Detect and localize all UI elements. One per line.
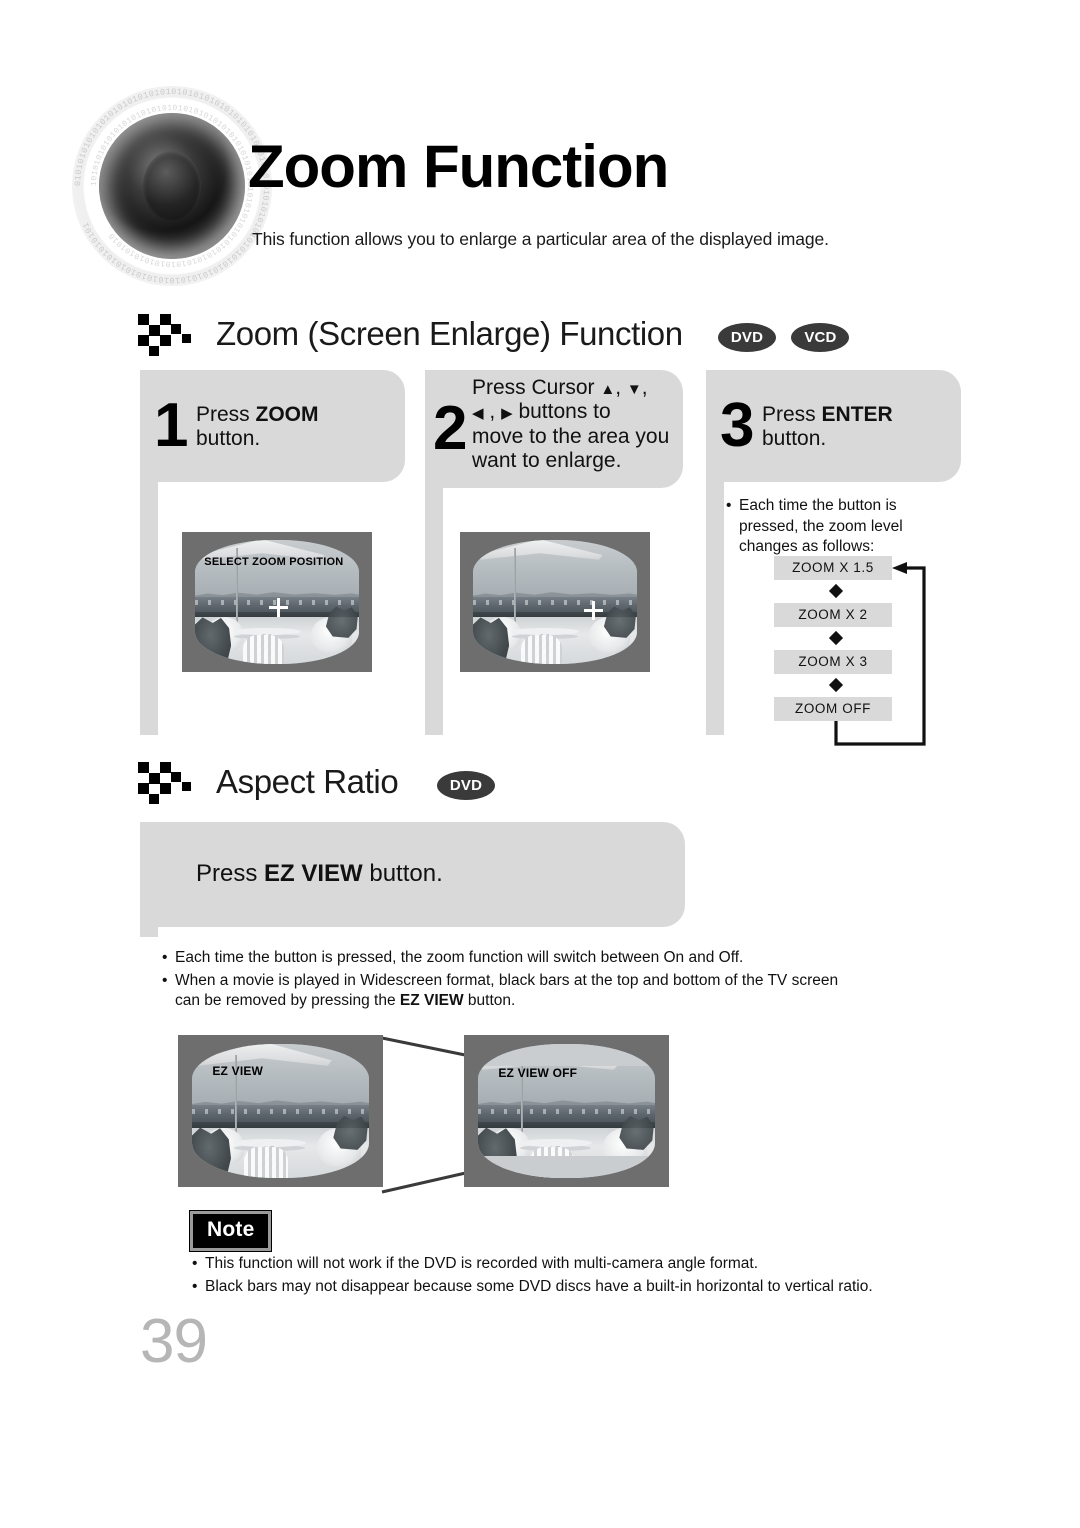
zoom-level-note: • Each time the button is pressed, the z…: [726, 496, 956, 560]
badge-dvd: DVD: [718, 323, 776, 352]
speaker-logo-icon: 0101010101010101010101010101010101010101…: [62, 76, 282, 296]
zoom-level-note-text: Each time the button is pressed, the zoo…: [739, 497, 903, 556]
step-text-1: Press ZOOM button.: [196, 403, 319, 451]
zoom-crosshair-1: [268, 598, 288, 618]
page-header: 0101010101010101010101010101010101010101…: [0, 0, 1080, 300]
checkerboard-bullet-icon: [138, 314, 200, 356]
note-bullet-2: Black bars may not disappear because som…: [205, 1277, 873, 1295]
section-badges-zoom: DVD VCD: [718, 323, 850, 352]
zoom-crosshair-2: [584, 600, 604, 620]
step-column-2: 2 Press Cursor ▲, ▼, ◀ , ▶ buttons to mo…: [425, 370, 710, 745]
note-bullets: • This function will not work if the DVD…: [192, 1254, 892, 1299]
bullet-dot: •: [192, 1255, 198, 1272]
ez-view-off-screen: EZ VIEW OFF: [464, 1035, 669, 1187]
step-number-1: 1: [154, 391, 189, 460]
step-column-1: 1 Press ZOOM button. SELECT ZOOM POSITIO…: [140, 370, 418, 745]
checkerboard-bullet-icon: [138, 762, 200, 804]
osd-ez-view-on: EZ VIEW: [212, 1064, 264, 1079]
aspect-bullet-2: When a movie is played in Widescreen for…: [175, 971, 839, 1010]
osd-text-1: SELECT ZOOM POSITION: [204, 556, 344, 569]
select-zoom-position-screen: SELECT ZOOM POSITION: [182, 532, 372, 672]
tv-picture-ezview-on: EZ VIEW: [192, 1044, 369, 1178]
section-badges-aspect: DVD: [437, 771, 495, 800]
step-column-3: 3 Press ENTER button. • Each time the but…: [706, 370, 964, 746]
ez-view-rail: [140, 822, 158, 937]
tv-picture-1: SELECT ZOOM POSITION: [195, 540, 359, 664]
zoom-level-flowchart: ZOOM X 1.5 ZOOM X 2 ZOOM X 3 ZOOM OFF: [774, 556, 964, 746]
tv-picture-ezview-off: EZ VIEW OFF: [478, 1044, 655, 1178]
letterbox-bar-top: [478, 1044, 655, 1066]
badge-vcd: VCD: [791, 323, 850, 352]
speaker-cone-icon: [99, 113, 245, 259]
step-text-3: Press ENTER button.: [762, 403, 893, 451]
list-item: • Black bars may not disappear because s…: [192, 1277, 892, 1298]
bullet-dot: •: [162, 971, 168, 989]
patio-scene-2: [473, 540, 637, 664]
list-item: • When a movie is played in Widescreen f…: [162, 971, 862, 1012]
bullet-dot: •: [726, 497, 732, 514]
step-number-3: 3: [720, 391, 755, 460]
list-item: • Each time the button is pressed, the z…: [162, 948, 862, 969]
ez-view-instruction-text: Press EZ VIEW button.: [196, 860, 443, 887]
tv-picture-2: [473, 540, 637, 664]
page-number: 39: [140, 1307, 208, 1376]
step-text-2: Press Cursor ▲, ▼, ◀ , ▶ buttons to move…: [472, 376, 670, 473]
page-subtitle: This function allows you to enlarge a pa…: [252, 229, 829, 249]
badge-dvd-aspect: DVD: [437, 771, 495, 800]
bullet-dot: •: [162, 949, 168, 966]
note-badge: Note: [190, 1211, 272, 1251]
aspect-ratio-bullets: • Each time the button is pressed, the z…: [162, 948, 862, 1014]
section-title-zoom: Zoom (Screen Enlarge) Function: [216, 315, 683, 352]
section-title-aspect: Aspect Ratio: [216, 763, 399, 800]
note-bullet-1: This function will not work if the DVD i…: [205, 1255, 759, 1272]
list-item: • This function will not work if the DVD…: [192, 1254, 892, 1275]
letterbox-bar-bottom: [478, 1156, 655, 1178]
page-title: Zoom Function: [248, 133, 669, 200]
zoom-area-moved-screen: [460, 532, 650, 672]
flow-loop-arrow-icon: [834, 562, 926, 746]
step-number-2: 2: [433, 394, 468, 463]
bullet-dot: •: [192, 1277, 198, 1295]
aspect-bullet-1: Each time the button is pressed, the zoo…: [175, 949, 744, 966]
ez-view-on-screen: EZ VIEW: [178, 1035, 383, 1187]
osd-ez-view-off: EZ VIEW OFF: [498, 1066, 578, 1081]
